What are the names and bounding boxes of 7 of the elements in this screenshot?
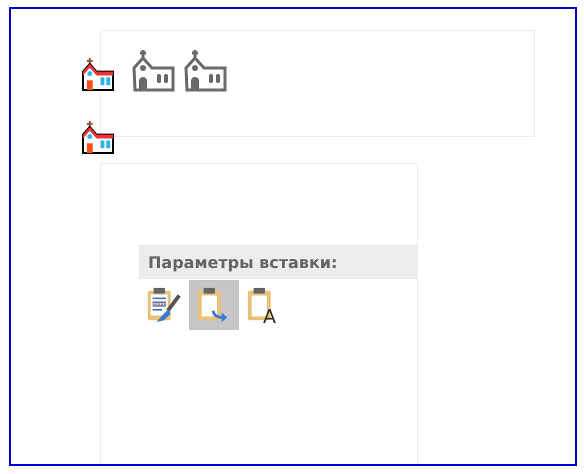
church-icon (184, 48, 228, 92)
keep-text-only-button[interactable]: A (239, 280, 289, 330)
church-icon (132, 48, 176, 92)
church-icon (82, 121, 115, 154)
menu-header: Параметры вставки: (139, 245, 417, 279)
merge-formatting-button[interactable] (189, 280, 239, 330)
church-icon (82, 58, 115, 91)
